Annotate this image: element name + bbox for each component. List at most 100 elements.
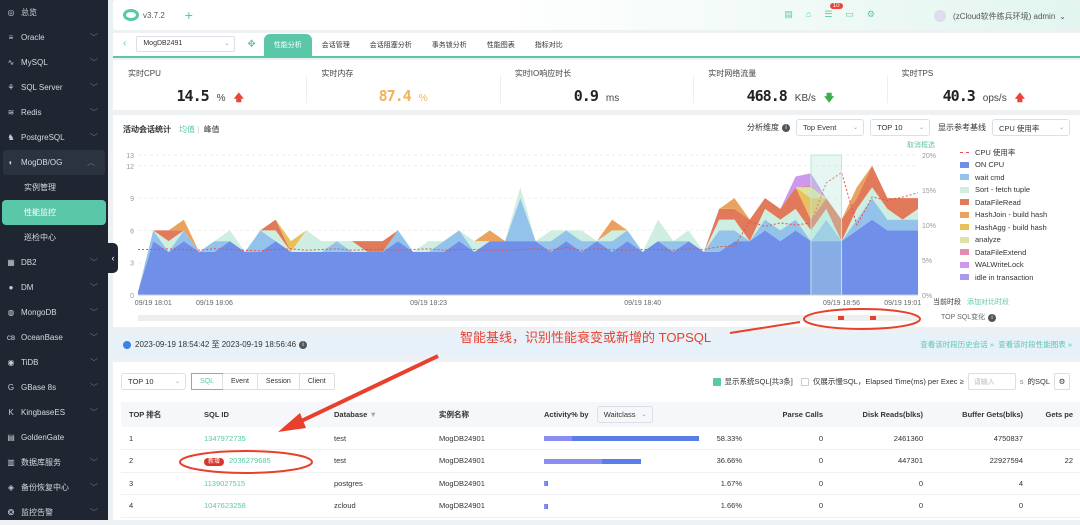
tab[interactable]: 会话管理	[312, 34, 360, 56]
segment-session[interactable]: Session	[256, 374, 299, 389]
add-tab-button[interactable]: +	[185, 7, 193, 23]
chevron-down-icon: ﹀	[90, 358, 98, 367]
metric: 实时内存 87.4 %	[306, 60, 499, 110]
legend-item[interactable]: wait cmd	[960, 171, 1047, 184]
chevron-down-icon: ⌄	[224, 41, 230, 47]
sql-id-link[interactable]: 1047623258	[204, 501, 246, 510]
tab[interactable]: 指标对比	[525, 34, 573, 56]
slow-sql-checkbox[interactable]	[800, 377, 809, 386]
legend-item[interactable]: DataFileRead	[960, 196, 1047, 209]
legend-item[interactable]: CPU 使用率	[960, 146, 1047, 159]
sidebar-sub-performance[interactable]: 性能监控	[2, 200, 106, 225]
sidebar-item[interactable]: ♞ PostgreSQL ﹀	[0, 125, 108, 150]
sidebar-item[interactable]: ▦ DB2 ﹀	[0, 250, 108, 275]
y2-tick-label: 20%	[922, 153, 936, 160]
sidebar-sub-instance[interactable]: 实例管理	[0, 175, 108, 200]
sidebar-item[interactable]: ▤ GoldenGate	[0, 425, 108, 450]
sidebar-item[interactable]: ◉ TiDB ﹀	[0, 350, 108, 375]
sidebar-item[interactable]: ∿ MySQL ﹀	[0, 50, 108, 75]
activity-bar	[544, 458, 642, 464]
table-row[interactable]: 4 1047623258 zcloud MogDB24901 1.66% 000	[121, 494, 1080, 518]
back-icon[interactable]: ‹	[123, 38, 126, 49]
db-icon: ❂	[7, 508, 15, 517]
list-icon[interactable]: ☰	[824, 9, 832, 20]
sidebar: ◎ 总览 ≡ Oracle ﹀ ∿ MySQL ﹀ ⚘ SQL Server ﹀ ≋ Redis ﹀ ♞ Po…	[0, 0, 108, 520]
history-sessions-link[interactable]: 查看该时段历史会话 »	[920, 340, 994, 349]
legend-item[interactable]: HashJoin - build hash	[960, 209, 1047, 222]
sidebar-item[interactable]: ◎ 总览	[0, 0, 108, 25]
legend-item[interactable]: Sort - fetch tuple	[960, 184, 1047, 197]
sqlserver-icon: ⚘	[7, 83, 15, 92]
elapsed-threshold-input[interactable]: 请输入	[967, 373, 1016, 390]
sidebar-item[interactable]: ≋ Redis ﹀	[0, 100, 108, 125]
table-row[interactable]: 1 1347972735 test MogDB24901 58.33% 0 2461…	[121, 427, 1080, 450]
legend-item[interactable]: HashAgg - build hash	[960, 221, 1047, 234]
x-tick-label: 09/19 19:01	[884, 300, 921, 307]
notification-badge: 10	[829, 3, 843, 9]
segment-sql[interactable]: SQL	[191, 373, 224, 390]
x-tick-label: 09/19 18:01	[135, 300, 172, 307]
chevron-down-icon: ﹀	[90, 83, 98, 92]
legend-item[interactable]: ON CPU	[960, 159, 1047, 172]
column-header: Parse Calls	[746, 402, 831, 427]
legend-item[interactable]: analyze	[960, 234, 1047, 247]
sidebar-item[interactable]: ≡ Oracle ﹀	[0, 25, 108, 50]
document-icon[interactable]: ▤	[784, 9, 793, 20]
sidebar-item[interactable]: ▥ 数据库服务 ﹀	[0, 450, 108, 475]
sidebar-item[interactable]: K KingbaseES ﹀	[0, 400, 108, 425]
sidebar-item[interactable]: ● DM ﹀	[0, 275, 108, 300]
tab[interactable]: 会话阻塞分析	[360, 34, 422, 56]
top-sql-table: TOP 排名 SQL ID Database ▼ 实例名称 Activity% by W…	[121, 402, 1080, 518]
sidebar-item[interactable]: ⚘ SQL Server ﹀	[0, 75, 108, 100]
sidebar-item[interactable]: ◈ 备份恢复中心 ﹀	[0, 475, 108, 500]
chevron-down-icon: ﹀	[90, 408, 98, 417]
sql-id-link[interactable]: 2036279685	[229, 456, 271, 465]
db-icon: ᴄʙ	[6, 333, 16, 342]
info-icon: i	[988, 314, 997, 322]
tab[interactable]: 事务锁分析	[422, 34, 477, 56]
sidebar-sub-inspection[interactable]: 巡检中心	[0, 225, 108, 250]
legend-item[interactable]: idle in transaction	[960, 271, 1047, 284]
dashboard-icon: ◎	[7, 8, 15, 17]
sidebar-item[interactable]: G GBase 8s ﹀	[0, 375, 108, 400]
segment-client[interactable]: Client	[298, 374, 334, 389]
arrow-up-icon: 🡅	[233, 93, 244, 104]
collapse-sidebar-button[interactable]: ‹	[108, 243, 118, 273]
sql-id-link[interactable]: 1347972735	[204, 434, 246, 443]
x-tick-label: 09/19 18:06	[196, 300, 233, 307]
stacked-area-chart[interactable]: 0 3 6 9 12 13 0% 5% 10% 15% 20% 09/19 18:01 09/19 18…	[113, 115, 1080, 327]
waitclass-select[interactable]: Waitclass ⌄	[596, 406, 653, 423]
clock-icon	[123, 340, 131, 349]
legend-item[interactable]: WALWriteLock	[960, 259, 1047, 272]
settings-icon[interactable]: ⚙	[867, 9, 875, 20]
user-menu[interactable]: (zCloud软件练兵环境) admin ⌄	[934, 10, 1066, 22]
table-row[interactable]: 3 1139027515 postgres MogDB24901 1.67% 00…	[121, 472, 1080, 495]
table-row[interactable]: 2 新增 2036279685 test MogDB24901 36.66% 0 44…	[121, 449, 1080, 473]
notification-icon[interactable]: ⌂ 10	[806, 3, 843, 20]
chevron-up-icon: ︿	[87, 158, 95, 167]
show-system-sql-checkbox[interactable]	[712, 377, 721, 386]
tab[interactable]: 性能图表	[477, 34, 525, 56]
metrics-card: 实时CPU 14.5 % 🡅 实时内存 87.4 % 实时IO响应时长 0.9 ms 实…	[113, 60, 1080, 110]
dimension-segmented-control: SQL Event Session Client	[191, 373, 335, 390]
performance-chart-link[interactable]: 查看该时段性能图表 »	[998, 340, 1072, 349]
tab[interactable]: 性能分析	[263, 34, 312, 56]
sidebar-item[interactable]: ❂ 监控告警 ﹀	[0, 500, 108, 525]
db-icon: ▤	[7, 433, 15, 442]
topology-icon[interactable]: ✥	[247, 39, 255, 50]
y2-tick-label: 15%	[922, 188, 936, 195]
gear-icon[interactable]: ⚙	[1054, 373, 1070, 390]
column-header: Buffer Gets(blks)	[931, 402, 1031, 427]
sidebar-item[interactable]: ᴄʙ OceanBase ﹀	[0, 325, 108, 350]
top-n-select[interactable]: TOP 10 ⌄	[121, 373, 186, 390]
add-compare-period-link[interactable]: 添加对比时段	[967, 299, 1009, 306]
chevron-down-icon: ﹀	[90, 58, 98, 67]
sidebar-item-mogdb[interactable]: ◐ MogDB/OG ︿	[3, 150, 105, 175]
segment-event[interactable]: Event	[222, 374, 257, 389]
instance-select[interactable]: MogDB2491 ⌄	[136, 36, 236, 52]
monitor-icon[interactable]: ▭	[845, 9, 854, 20]
sidebar-item[interactable]: ◍ MongoDB ﹀	[0, 300, 108, 325]
sql-id-link[interactable]: 1139027515	[204, 479, 245, 488]
topsql-change-marker	[870, 316, 876, 320]
legend-item[interactable]: DataFileExtend	[960, 246, 1047, 259]
